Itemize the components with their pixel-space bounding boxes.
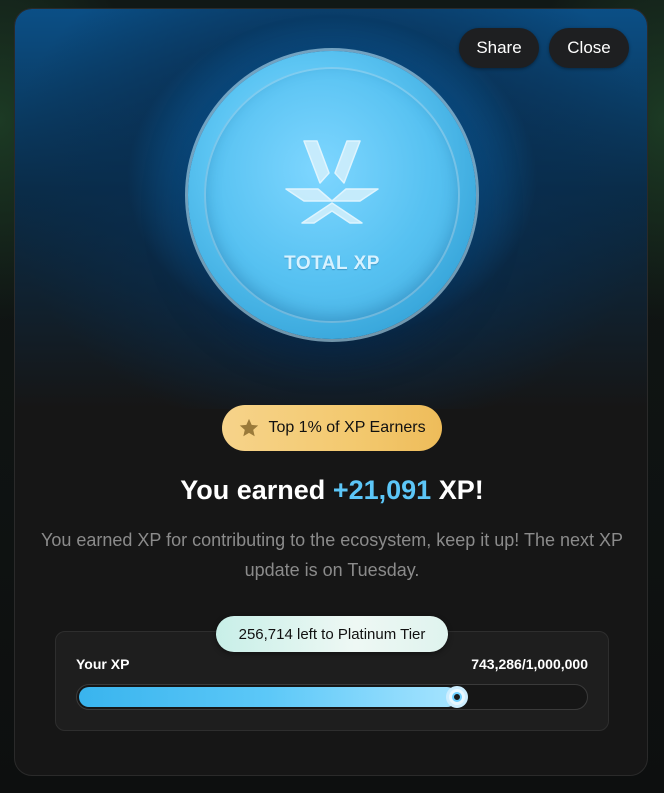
badge-label: Top 1% of XP Earners [268, 419, 426, 436]
progress-knob [446, 686, 468, 708]
knob-dot [452, 692, 462, 702]
description-text: You earned XP for contributing to the ec… [40, 530, 624, 580]
total-xp-coin: TOTAL XP [188, 51, 476, 339]
xp-value-readout: 743,286/1,000,000 [471, 656, 588, 672]
coin-face: TOTAL XP [204, 67, 460, 323]
headline-suffix: XP! [438, 475, 484, 505]
top-earner-badge: Top 1% of XP Earners [222, 405, 442, 451]
share-button[interactable]: Share [459, 28, 539, 68]
your-xp-label: Your XP [76, 656, 130, 672]
headline-prefix: You earned [180, 475, 326, 505]
star-icon [240, 418, 259, 437]
xp-progress-fill [79, 687, 457, 707]
earned-headline: You earned +21,091 XP! [15, 475, 647, 506]
xp-progress-track [76, 684, 588, 710]
remaining-tier-pill: 256,714 left to Platinum Tier [216, 616, 448, 652]
earned-amount: +21,091 [332, 475, 432, 505]
xp-logo-icon [285, 140, 379, 224]
coin-label: TOTAL XP [284, 253, 380, 274]
close-button[interactable]: Close [549, 28, 629, 68]
xp-modal: Share Close TOTAL XP Top 1% of XP Earner… [14, 8, 648, 776]
